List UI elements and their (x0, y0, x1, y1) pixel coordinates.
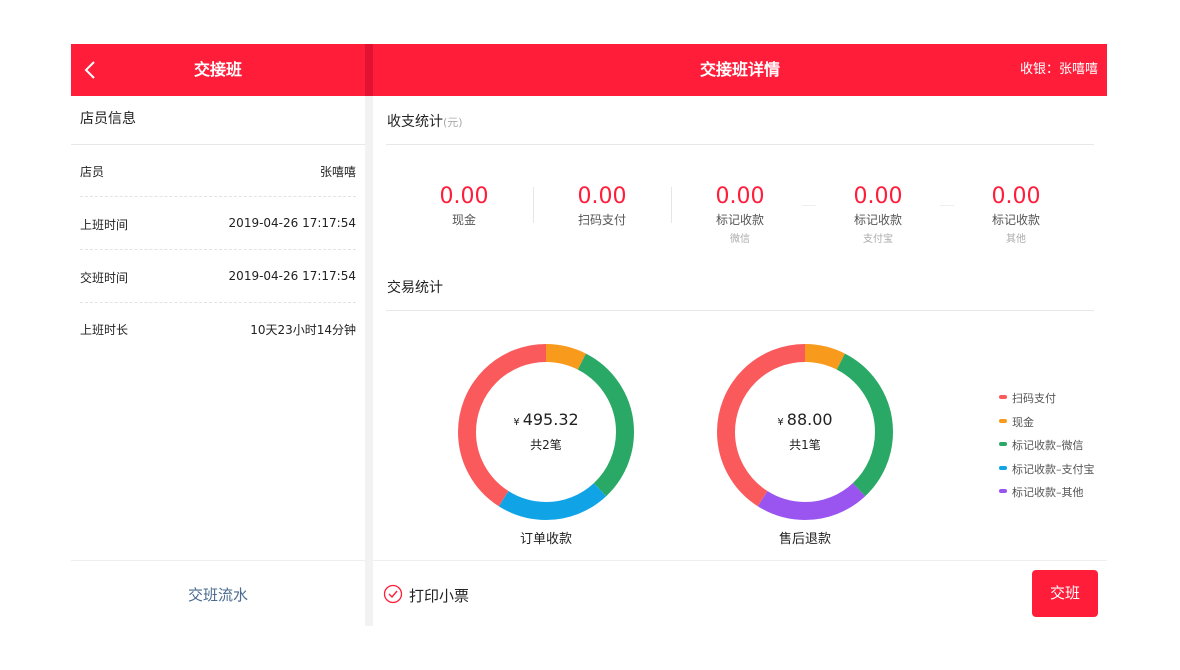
right-header-bar: 交接班详情 收银：张嘻嘻 (373, 44, 1107, 96)
currency-symbol: ¥ (777, 417, 784, 428)
check-circle-icon[interactable] (383, 584, 403, 604)
stat-separator (940, 205, 954, 206)
stat-separator (671, 187, 672, 223)
stat-label: 标记收款 (715, 213, 764, 227)
order-income-donut-chart (458, 344, 634, 520)
info-label: 上班时间 (80, 218, 129, 232)
legend-item: 标记收款–微信 (999, 437, 1095, 461)
donut-count: 共2笔 (530, 438, 562, 452)
stat-mark-other: 0.00 标记收款 其他 (961, 184, 1071, 246)
divider (80, 196, 356, 197)
transaction-stats-title: 交易统计 (387, 280, 443, 296)
stat-separator (533, 187, 534, 223)
stat-label: 标记收款 (853, 213, 902, 227)
amount-value: 495.32 (522, 410, 579, 429)
divider (71, 560, 365, 561)
panel-separator (365, 96, 373, 626)
info-label: 交班时间 (80, 271, 129, 285)
legend-swatch (999, 395, 1007, 399)
divider (80, 249, 356, 250)
order-income-donut: ¥495.32 共2笔 (458, 344, 634, 520)
stat-sublabel: 微信 (730, 234, 750, 245)
legend-item: 现金 (999, 414, 1095, 438)
legend-swatch (999, 489, 1007, 493)
info-row-handover-time: 交班时间 2019-04-26 17:17:54 (80, 251, 356, 303)
legend-swatch (999, 418, 1007, 423)
refund-donut-chart (717, 344, 893, 520)
divider (386, 310, 1094, 311)
donut-label: 订单收款 (519, 532, 572, 547)
stat-scan-pay: 0.00 扫码支付 (547, 185, 657, 228)
stat-label: 现金 (451, 213, 476, 227)
info-value: 2019-04-26 17:17:54 (228, 216, 356, 230)
staff-info-panel: 店员信息 店员 张嘻嘻 上班时间 2019-04-26 17:17:54 交班时… (71, 96, 365, 626)
cashier-label: 收银：张嘻嘻 (1019, 62, 1098, 77)
info-value: 10天23小时14分钟 (250, 323, 356, 337)
header-divider (365, 44, 373, 96)
handover-button[interactable]: 交班 (1032, 570, 1098, 617)
donut-label: 售后退款 (778, 532, 831, 547)
info-value: 张嘻嘻 (319, 165, 356, 179)
info-label: 店员 (80, 165, 105, 179)
handover-flow-link[interactable]: 交班流水 (71, 584, 365, 605)
currency-symbol: ¥ (513, 417, 520, 428)
stat-mark-alipay: 0.00 标记收款 支付宝 (823, 184, 933, 246)
stat-separator (802, 205, 816, 206)
divider (386, 144, 1094, 145)
amount-value: 88.00 (786, 410, 833, 429)
detail-title: 交接班详情 (699, 60, 780, 79)
page-title: 交接班 (193, 60, 242, 79)
stat-value: 0.00 (439, 184, 489, 209)
stat-cash: 0.00 现金 (409, 185, 519, 228)
left-header-bar: 交接班 (71, 44, 365, 96)
stat-value: 0.00 (991, 184, 1041, 209)
legend-item: 标记收款–支付宝 (999, 461, 1095, 485)
chart-legend: 扫码支付 现金 标记收款–微信 标记收款–支付宝 标记收款–其他 (999, 390, 1095, 508)
donut-count: 共1笔 (789, 438, 821, 452)
stat-value: 0.00 (715, 184, 765, 209)
legend-label: 标记收款–支付宝 (1012, 462, 1095, 476)
donut-amount: ¥495.32 (458, 410, 634, 429)
detail-panel: 收支统计(元) 0.00 现金 0.00 扫码支付 0.00 标记收款 微信 0… (373, 96, 1107, 626)
stat-label: 标记收款 (991, 213, 1040, 227)
stat-mark-wechat: 0.00 标记收款 微信 (685, 184, 795, 246)
refund-donut: ¥88.00 共1笔 (717, 344, 893, 520)
income-stats-label: 收支统计 (387, 114, 443, 130)
print-receipt-label[interactable]: 打印小票 (409, 585, 469, 606)
legend-item: 扫码支付 (999, 390, 1095, 414)
stat-value: 0.00 (853, 184, 903, 209)
legend-label: 标记收款–其他 (1012, 486, 1084, 499)
income-stats-unit: (元) (443, 116, 463, 129)
donut-amount: ¥88.00 (717, 410, 893, 429)
info-row-duration: 上班时长 10天23小时14分钟 (80, 303, 356, 355)
legend-item: 标记收款–其他 (999, 484, 1095, 508)
info-row-staff: 店员 张嘻嘻 (80, 145, 356, 197)
stat-sublabel: 其他 (1006, 234, 1026, 245)
stat-sublabel: 支付宝 (863, 234, 893, 245)
divider (373, 560, 1107, 561)
legend-label: 标记收款–微信 (1012, 439, 1084, 452)
stat-value: 0.00 (577, 184, 627, 209)
legend-swatch (999, 465, 1007, 470)
legend-label: 扫码支付 (1012, 392, 1056, 405)
stat-label: 扫码支付 (577, 213, 626, 227)
info-value: 2019-04-26 17:17:54 (228, 269, 356, 283)
legend-label: 现金 (1012, 415, 1034, 429)
legend-swatch (999, 442, 1007, 446)
staff-info-title: 店员信息 (80, 111, 136, 127)
income-stats-title: 收支统计(元) (387, 111, 463, 131)
income-stats: 0.00 现金 0.00 扫码支付 0.00 标记收款 微信 0.00 标记收款… (395, 184, 1085, 246)
info-row-start-time: 上班时间 2019-04-26 17:17:54 (80, 198, 356, 250)
info-label: 上班时长 (80, 323, 129, 337)
